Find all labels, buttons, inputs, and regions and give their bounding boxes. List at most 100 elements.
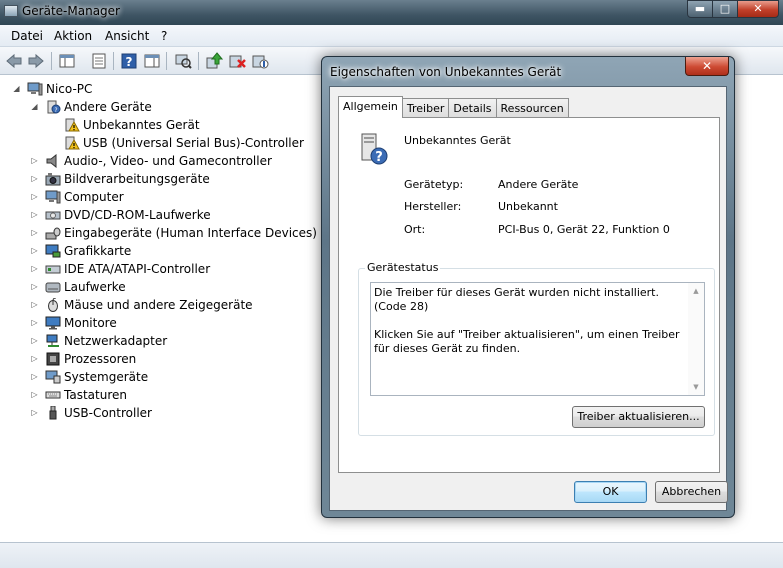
tree-group-maeuse[interactable]: Mäuse und andere Zeigegeräte — [45, 296, 253, 314]
menu-ansicht[interactable]: Ansicht — [105, 29, 149, 43]
action-pane-icon[interactable] — [143, 52, 161, 70]
display-adapter-icon — [45, 244, 61, 258]
device-manager-icon — [4, 5, 18, 17]
maximize-button[interactable]: □ — [712, 0, 738, 18]
expand-arrow[interactable]: ▷ — [30, 242, 39, 260]
disk-drive-icon — [45, 282, 61, 293]
expand-arrow[interactable]: ▷ — [30, 188, 39, 206]
device-status-group: Gerätestatus Die Treiber für dieses Gerä… — [358, 261, 715, 436]
dialog-close-button[interactable]: ✕ — [685, 57, 729, 76]
expand-arrow[interactable]: ▷ — [30, 170, 39, 188]
tree-group-computer[interactable]: Computer — [45, 188, 124, 206]
forward-arrow-icon[interactable] — [27, 52, 45, 70]
properties-icon[interactable] — [90, 52, 108, 70]
expand-arrow[interactable]: ▷ — [30, 278, 39, 296]
close-button[interactable]: ✕ — [737, 0, 779, 18]
tree-group-usb-controller[interactable]: USB-Controller — [45, 404, 152, 422]
computer-icon — [27, 82, 43, 96]
expand-arrow[interactable]: ▷ — [30, 224, 39, 242]
device-type-label: Gerätetyp: — [404, 178, 464, 191]
tab-ressourcen[interactable]: Ressourcen — [495, 98, 569, 118]
expand-arrow[interactable]: ▷ — [30, 332, 39, 350]
tab-details[interactable]: Details — [448, 98, 497, 118]
expand-arrow[interactable]: ▷ — [30, 314, 39, 332]
expand-arrow[interactable]: ▷ — [30, 368, 39, 386]
tree-group-label: IDE ATA/ATAPI-Controller — [64, 262, 211, 276]
ok-button[interactable]: OK — [574, 481, 647, 503]
properties-dialog: Eigenschaften von Unbekanntes Gerät ✕ Al… — [321, 56, 735, 518]
usb-icon — [49, 406, 57, 420]
expand-arrow[interactable]: ▷ — [30, 260, 39, 278]
scan-hardware-icon[interactable] — [174, 52, 192, 70]
minimize-button[interactable]: ▬ — [687, 0, 713, 18]
device-type-value: Andere Geräte — [498, 178, 579, 191]
tab-treiber[interactable]: Treiber — [401, 98, 450, 118]
cancel-button[interactable]: Abbrechen — [655, 481, 728, 503]
tree-device-label: Unbekanntes Gerät — [83, 118, 200, 132]
menu-aktion[interactable]: Aktion — [54, 29, 92, 43]
location-value: PCI-Bus 0, Gerät 22, Funktion 0 — [498, 223, 670, 236]
dialog-title: Eigenschaften von Unbekanntes Gerät — [330, 65, 562, 79]
tree-group-laufwerke[interactable]: Laufwerke — [45, 278, 126, 296]
console-tree-icon[interactable] — [58, 52, 76, 70]
tree-group-label: Grafikkarte — [64, 244, 132, 258]
system-device-icon — [45, 370, 61, 384]
tree-group-grafikkarte[interactable]: Grafikkarte — [45, 242, 131, 260]
camera-icon — [45, 173, 61, 186]
expand-root-arrow[interactable]: ◢ — [12, 80, 21, 98]
tree-device-unbekanntes-geraet[interactable]: Unbekanntes Gerät — [64, 116, 200, 134]
uninstall-icon[interactable] — [228, 52, 246, 70]
tree-root[interactable]: Nico-PC — [27, 80, 92, 98]
dialog-body: Allgemein Treiber Details Ressourcen ? U… — [329, 86, 728, 511]
expand-arrow[interactable]: ▷ — [30, 152, 39, 170]
expand-arrow[interactable]: ▷ — [30, 350, 39, 368]
tree-group-label: Computer — [64, 190, 124, 204]
tree-group-systemgeraete[interactable]: Systemgeräte — [45, 368, 148, 386]
menu-datei[interactable]: Datei — [11, 29, 43, 43]
monitor-icon — [45, 316, 61, 330]
main-title-bar[interactable]: Geräte-Manager ▬ □ ✕ — [0, 0, 783, 25]
update-driver-icon[interactable] — [205, 52, 223, 70]
expand-arrow[interactable]: ▷ — [30, 296, 39, 314]
tree-group-bildverarbeitung[interactable]: Bildverarbeitungsgeräte — [45, 170, 210, 188]
update-driver-button[interactable]: Treiber aktualisieren... — [572, 406, 705, 428]
scroll-up-arrow-icon[interactable]: ▲ — [688, 283, 704, 299]
toolbar-separator — [198, 52, 199, 70]
tree-group-label: Andere Geräte — [64, 100, 152, 114]
expand-andere-geraete-arrow[interactable]: ◢ — [30, 98, 39, 116]
tree-group-prozessoren[interactable]: Prozessoren — [45, 350, 136, 368]
disable-icon[interactable] — [251, 52, 269, 70]
tree-group-label: Tastaturen — [64, 388, 127, 402]
tree-group-monitore[interactable]: Monitore — [45, 314, 117, 332]
menu-help[interactable]: ? — [161, 29, 167, 43]
toolbar-separator — [166, 52, 167, 70]
svg-text:?: ? — [54, 107, 57, 114]
tree-group-label: Bildverarbeitungsgeräte — [64, 172, 210, 186]
scroll-down-arrow-icon[interactable]: ▼ — [688, 379, 704, 395]
tree-group-tastaturen[interactable]: Tastaturen — [45, 386, 127, 404]
back-arrow-icon[interactable] — [5, 52, 23, 70]
window-controls: ▬ □ ✕ — [687, 0, 779, 18]
help-icon[interactable]: ? — [120, 52, 138, 70]
tree-device-usb-controller[interactable]: USB (Universal Serial Bus)-Controller — [64, 134, 304, 152]
tab-page-allgemein: ? Unbekanntes Gerät Gerätetyp: Andere Ge… — [338, 117, 720, 473]
status-scrollbar[interactable]: ▲ ▼ — [688, 283, 704, 395]
tree-group-label: USB-Controller — [64, 406, 152, 420]
tree-group-ide[interactable]: IDE ATA/ATAPI-Controller — [45, 260, 210, 278]
tree-group-dvd[interactable]: DVD/CD-ROM-Laufwerke — [45, 206, 211, 224]
manufacturer-value: Unbekannt — [498, 200, 558, 213]
tree-group-audio[interactable]: Audio-, Video- und Gamecontroller — [45, 152, 272, 170]
expand-arrow[interactable]: ▷ — [30, 386, 39, 404]
status-text-error: Die Treiber für dieses Gerät wurden nich… — [374, 286, 659, 313]
tree-group-label: Laufwerke — [64, 280, 126, 294]
window-title: Geräte-Manager — [22, 4, 120, 18]
menu-bar: Datei Aktion Ansicht ? — [0, 25, 783, 47]
tree-group-netzwerkadapter[interactable]: Netzwerkadapter — [45, 332, 167, 350]
tree-group-eingabegeraete[interactable]: Eingabegeräte (Human Interface Devices) — [45, 224, 317, 242]
expand-arrow[interactable]: ▷ — [30, 206, 39, 224]
expand-arrow[interactable]: ▷ — [30, 404, 39, 422]
unknown-device-icon: ? — [47, 100, 61, 114]
tree-group-andere-geraete[interactable]: ? Andere Geräte — [45, 98, 152, 116]
tab-allgemein[interactable]: Allgemein — [338, 96, 403, 118]
device-status-textbox[interactable]: Die Treiber für dieses Gerät wurden nich… — [370, 282, 705, 396]
